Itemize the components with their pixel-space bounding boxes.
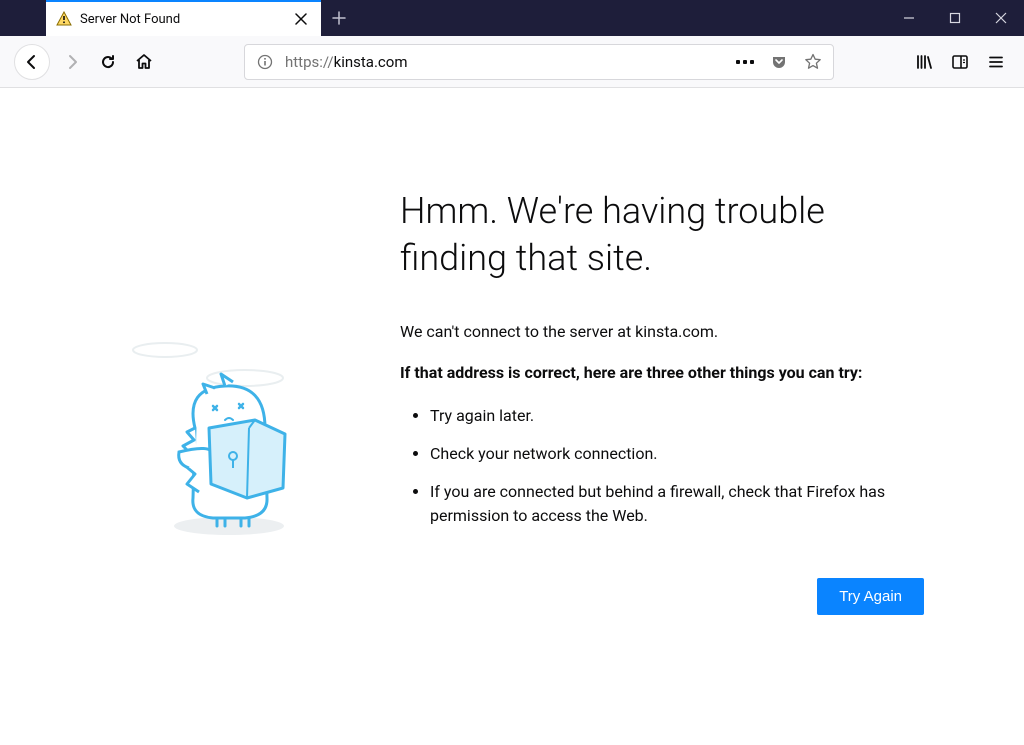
error-suggestion-list: Try again later. Check your network conn…: [400, 404, 924, 528]
error-action-row: Try Again: [400, 578, 924, 615]
error-suggestion-item: Try again later.: [430, 404, 924, 428]
library-icon[interactable]: [910, 48, 938, 76]
error-subheading: If that address is correct, here are thr…: [400, 363, 924, 382]
warning-icon: [56, 11, 72, 27]
error-text-section: Hmm. We're having trouble finding that s…: [400, 188, 924, 615]
page-actions-button[interactable]: [731, 48, 759, 76]
pocket-icon[interactable]: [765, 48, 793, 76]
bookmark-star-icon[interactable]: [799, 48, 827, 76]
url-protocol: https://: [285, 53, 334, 71]
tab-close-button[interactable]: [291, 9, 311, 29]
toolbar-right-actions: [910, 48, 1010, 76]
url-text: https://kinsta.com: [285, 53, 725, 71]
identity-info-icon[interactable]: [251, 48, 279, 76]
navigation-toolbar: https://kinsta.com: [0, 36, 1024, 88]
tab-title: Server Not Found: [80, 12, 283, 27]
titlebar-spacer: [0, 0, 46, 36]
error-suggestion-item: Check your network connection.: [430, 442, 924, 466]
error-illustration: [100, 188, 360, 615]
maximize-button[interactable]: [932, 0, 978, 36]
sidebar-icon[interactable]: [946, 48, 974, 76]
back-button[interactable]: [14, 44, 50, 80]
error-page-content: Hmm. We're having trouble finding that s…: [0, 88, 1024, 655]
forward-button[interactable]: [58, 48, 86, 76]
try-again-button[interactable]: Try Again: [817, 578, 924, 615]
urlbar[interactable]: https://kinsta.com: [244, 44, 834, 80]
url-domain: kinsta.com: [334, 53, 408, 71]
home-button[interactable]: [130, 48, 158, 76]
titlebar: Server Not Found: [0, 0, 1024, 36]
browser-tab[interactable]: Server Not Found: [46, 0, 321, 36]
new-tab-button[interactable]: [321, 0, 357, 36]
minimize-button[interactable]: [886, 0, 932, 36]
close-window-button[interactable]: [978, 0, 1024, 36]
window-controls: [886, 0, 1024, 36]
urlbar-container: https://kinsta.com: [166, 44, 902, 80]
error-title: Hmm. We're having trouble finding that s…: [400, 188, 924, 282]
error-cannot-connect: We can't connect to the server at kinsta…: [400, 322, 924, 341]
menu-button[interactable]: [982, 48, 1010, 76]
reload-button[interactable]: [94, 48, 122, 76]
error-suggestion-item: If you are connected but behind a firewa…: [430, 480, 924, 528]
